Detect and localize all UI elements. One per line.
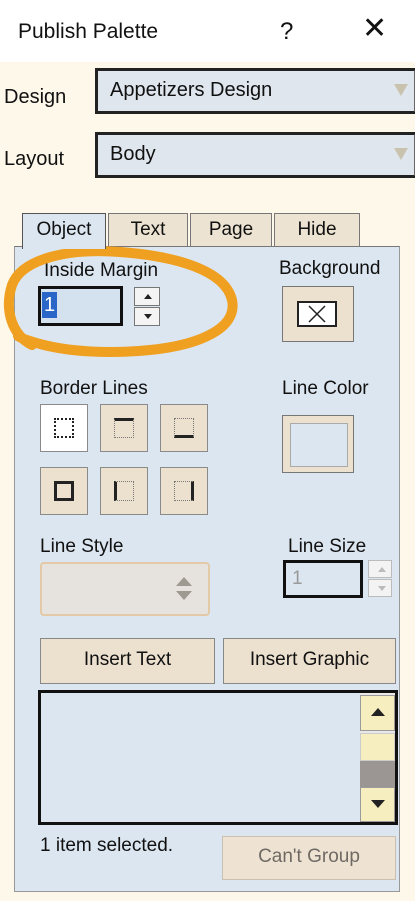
insert-text-button[interactable]: Insert Text bbox=[40, 638, 215, 684]
selection-status: 1 item selected. bbox=[40, 835, 174, 856]
border-all-icon bbox=[54, 481, 74, 501]
line-size-spin-up[interactable] bbox=[368, 560, 392, 578]
border-none-icon bbox=[54, 418, 74, 438]
up-down-arrows-icon bbox=[176, 577, 192, 600]
border-bottom-button[interactable] bbox=[160, 404, 208, 452]
list-scrollbar[interactable] bbox=[360, 693, 395, 822]
layout-dropdown-value: Body bbox=[110, 143, 156, 165]
chevron-down-icon bbox=[394, 84, 408, 96]
cant-group-button[interactable]: Can't Group bbox=[222, 836, 396, 880]
line-style-label: Line Style bbox=[40, 536, 124, 557]
line-size-label: Line Size bbox=[288, 536, 367, 557]
no-fill-icon bbox=[297, 301, 337, 327]
line-style-dropdown[interactable] bbox=[40, 562, 210, 616]
chevron-down-icon bbox=[394, 148, 408, 160]
tab-object[interactable]: Object bbox=[22, 213, 106, 249]
design-dropdown[interactable]: Appetizers Design bbox=[95, 68, 415, 114]
border-lines-label: Border Lines bbox=[40, 378, 148, 399]
border-bottom-icon bbox=[174, 418, 194, 438]
scroll-track-upper[interactable] bbox=[360, 733, 395, 761]
border-left-icon bbox=[114, 481, 134, 501]
layout-label: Layout bbox=[4, 148, 65, 170]
window-title: Publish Palette bbox=[18, 20, 159, 43]
insert-graphic-button[interactable]: Insert Graphic bbox=[223, 638, 396, 684]
border-right-icon bbox=[174, 481, 194, 501]
border-all-button[interactable] bbox=[40, 467, 88, 515]
scroll-up-button[interactable] bbox=[360, 695, 395, 731]
layout-dropdown[interactable]: Body bbox=[95, 132, 415, 178]
design-label: Design bbox=[4, 86, 67, 108]
object-list[interactable] bbox=[38, 690, 398, 825]
border-none-button[interactable] bbox=[40, 404, 88, 452]
border-top-button[interactable] bbox=[100, 404, 148, 452]
help-button[interactable]: ? bbox=[280, 18, 293, 46]
line-size-input[interactable]: 1 bbox=[283, 560, 363, 598]
line-color-button[interactable] bbox=[282, 415, 354, 473]
border-top-icon bbox=[114, 418, 134, 438]
border-right-button[interactable] bbox=[160, 467, 208, 515]
scroll-down-button[interactable] bbox=[360, 787, 395, 822]
line-size-value: 1 bbox=[292, 568, 303, 589]
background-label: Background bbox=[279, 258, 381, 279]
line-size-spin-down[interactable] bbox=[368, 579, 392, 597]
highlight-annotation bbox=[3, 246, 238, 357]
border-left-button[interactable] bbox=[100, 467, 148, 515]
design-dropdown-value: Appetizers Design bbox=[110, 79, 273, 101]
close-button[interactable]: ✕ bbox=[362, 14, 387, 44]
background-button[interactable] bbox=[282, 286, 354, 342]
tab-hide[interactable]: Hide bbox=[274, 213, 360, 247]
scroll-thumb[interactable] bbox=[360, 761, 395, 789]
line-color-swatch bbox=[290, 423, 348, 467]
line-color-label: Line Color bbox=[282, 378, 369, 399]
